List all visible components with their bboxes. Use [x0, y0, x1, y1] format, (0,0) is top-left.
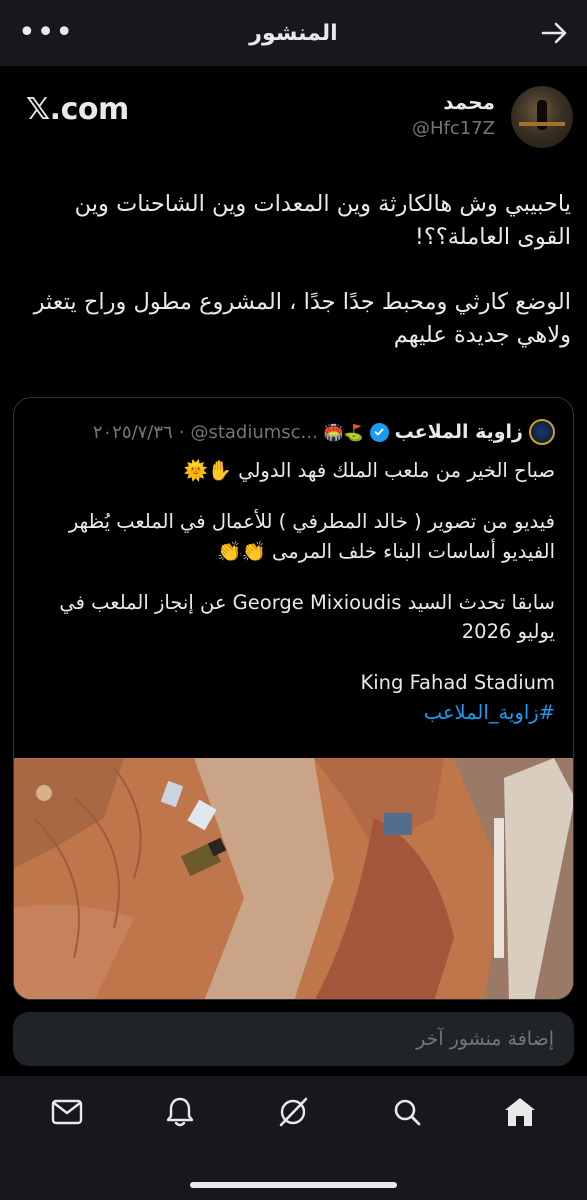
quoted-date: ٢٠٢٥/٧/٣٦	[92, 421, 173, 443]
quoted-line-2: فيديو من تصوير ( خالد المطرفي ) للأعمال …	[68, 510, 555, 563]
quoted-video-thumbnail[interactable]	[14, 758, 573, 999]
nav-messages[interactable]	[45, 1090, 89, 1134]
search-icon	[394, 1099, 421, 1126]
top-bar: ••• المنشور	[0, 0, 587, 66]
quoted-avatar	[529, 419, 555, 445]
quoted-post-body: صباح الخير من ملعب الملك فهد الدولي ✋🌞 ف…	[25, 456, 555, 727]
quoted-name-emojis: ⛳🏟️	[323, 422, 364, 442]
back-button[interactable]	[529, 21, 569, 45]
verified-badge-icon	[369, 422, 389, 442]
home-indicator	[190, 1182, 397, 1188]
nav-grok[interactable]	[271, 1090, 315, 1134]
quoted-line-4: King Fahad Stadium	[360, 671, 555, 695]
nav-search[interactable]	[385, 1090, 429, 1134]
arrow-right-icon	[541, 22, 567, 44]
quoted-post-header: زاوية الملاعب ⛳🏟️ @stadiumsc... · ٢٠٢٥/٧…	[93, 418, 555, 446]
post-body: ياحبيبي وش هالكارثة وين المعدات وين الشا…	[33, 191, 571, 348]
separator-dot: ·	[178, 421, 185, 443]
mail-icon	[51, 1099, 82, 1125]
nav-home[interactable]	[498, 1090, 542, 1134]
author-avatar[interactable]	[511, 86, 573, 148]
home-icon	[505, 1098, 536, 1126]
author-handle: @Hfc17Z	[411, 118, 495, 139]
quoted-line-1: صباح الخير من ملعب الملك فهد الدولي ✋🌞	[183, 459, 555, 482]
author-name: محمد	[443, 90, 495, 114]
x-logo-label: 𝕏.com	[26, 92, 129, 127]
author-info[interactable]: محمد @Hfc17Z	[412, 90, 495, 139]
reply-input[interactable]: إضافة منشور آخر	[13, 1012, 574, 1066]
bottom-navigation	[0, 1076, 587, 1200]
post-author-row: 𝕏.com محمد @Hfc17Z	[0, 82, 587, 152]
page-title: المنشور	[249, 20, 338, 46]
quoted-line-3: سابقا تحدث السيد George Mixioudis عن إنج…	[59, 590, 555, 643]
reply-placeholder: إضافة منشور آخر	[416, 1028, 554, 1050]
construction-site-image	[14, 758, 573, 999]
hashtag-link[interactable]: #زاوية_الملاعب	[25, 698, 555, 727]
more-horizontal-icon[interactable]: •••	[18, 18, 73, 48]
quoted-name: زاوية الملاعب	[394, 421, 523, 443]
grok-icon	[280, 1097, 308, 1127]
post-page: ••• المنشور 𝕏.com محمد @Hfc17Z ياحبيبي و…	[0, 0, 587, 1200]
nav-notifications[interactable]	[158, 1090, 202, 1134]
quoted-post-card[interactable]: زاوية الملاعب ⛳🏟️ @stadiumsc... · ٢٠٢٥/٧…	[13, 397, 574, 1000]
quoted-handle: @stadiumsc...	[190, 421, 318, 443]
bell-icon	[166, 1097, 194, 1127]
